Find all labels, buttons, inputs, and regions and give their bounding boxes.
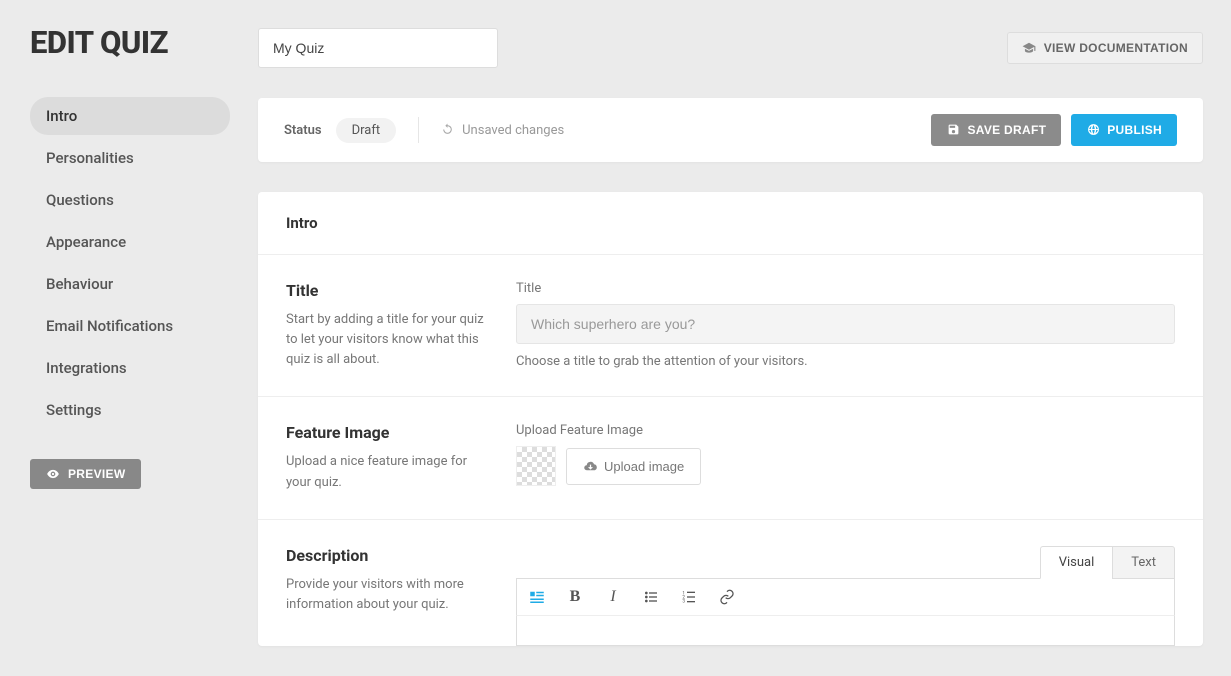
refresh-icon	[441, 123, 455, 137]
sidebar-item-integrations[interactable]: Integrations	[30, 349, 230, 387]
paragraph-format-icon[interactable]	[527, 587, 547, 607]
quiz-name-input[interactable]	[258, 28, 498, 68]
sidebar-item-questions[interactable]: Questions	[30, 181, 230, 219]
sidebar-item-intro[interactable]: Intro	[30, 97, 230, 135]
status-label: Status	[284, 123, 322, 138]
globe-icon	[1086, 123, 1100, 137]
sidebar-item-appearance[interactable]: Appearance	[30, 223, 230, 261]
unsaved-changes-text: Unsaved changes	[462, 123, 564, 138]
section-feature-image: Feature Image Upload a nice feature imag…	[258, 397, 1203, 519]
editor-toolbar: B I 123	[516, 578, 1175, 616]
title-desc: Start by adding a title for your quiz to…	[286, 310, 486, 370]
publish-button[interactable]: PUBLISH	[1071, 114, 1177, 146]
section-description: Description Provide your visitors with m…	[258, 520, 1203, 646]
sidebar-item-email-notifications[interactable]: Email Notifications	[30, 307, 230, 345]
title-field-label: Title	[516, 281, 1175, 296]
editor-body[interactable]	[516, 616, 1175, 646]
bold-icon[interactable]: B	[565, 587, 585, 607]
publish-label: PUBLISH	[1107, 123, 1162, 137]
view-documentation-button[interactable]: VIEW DOCUMENTATION	[1007, 32, 1203, 64]
save-icon	[946, 123, 960, 137]
tab-visual[interactable]: Visual	[1040, 546, 1113, 579]
italic-icon[interactable]: I	[603, 587, 623, 607]
panel-header: Intro	[258, 192, 1203, 255]
status-badge: Draft	[336, 118, 397, 143]
svg-text:3: 3	[682, 598, 685, 604]
sidebar-nav: Intro Personalities Questions Appearance Beh…	[30, 97, 230, 429]
title-heading: Title	[286, 281, 486, 300]
feature-image-desc: Upload a nice feature image for your qui…	[286, 452, 486, 492]
page-title: EDIT QUIZ	[30, 24, 230, 61]
numbered-list-icon[interactable]: 123	[679, 587, 699, 607]
bullet-list-icon[interactable]	[641, 587, 661, 607]
cloud-upload-icon	[583, 459, 597, 473]
sidebar-item-personalities[interactable]: Personalities	[30, 139, 230, 177]
link-icon[interactable]	[717, 587, 737, 607]
preview-button[interactable]: PREVIEW	[30, 459, 141, 489]
description-desc: Provide your visitors with more informat…	[286, 575, 486, 615]
upload-image-button[interactable]: Upload image	[566, 448, 701, 485]
sidebar-item-settings[interactable]: Settings	[30, 391, 230, 429]
status-bar: Status Draft Unsaved changes	[258, 98, 1203, 162]
section-title: Title Start by adding a title for your q…	[258, 255, 1203, 397]
save-draft-button[interactable]: SAVE DRAFT	[931, 114, 1061, 146]
divider	[418, 117, 419, 143]
sidebar-item-behaviour[interactable]: Behaviour	[30, 265, 230, 303]
feature-image-field-label: Upload Feature Image	[516, 423, 1175, 438]
graduation-cap-icon	[1022, 41, 1036, 55]
save-draft-label: SAVE DRAFT	[967, 123, 1046, 137]
image-placeholder	[516, 446, 556, 486]
eye-icon	[46, 467, 60, 481]
tab-text[interactable]: Text	[1112, 546, 1175, 579]
description-heading: Description	[286, 546, 486, 565]
title-input[interactable]	[516, 304, 1175, 344]
feature-image-heading: Feature Image	[286, 423, 486, 442]
preview-label: PREVIEW	[68, 467, 125, 481]
title-hint: Choose a title to grab the attention of …	[516, 354, 1175, 369]
view-docs-label: VIEW DOCUMENTATION	[1044, 41, 1188, 55]
upload-image-label: Upload image	[604, 459, 684, 474]
